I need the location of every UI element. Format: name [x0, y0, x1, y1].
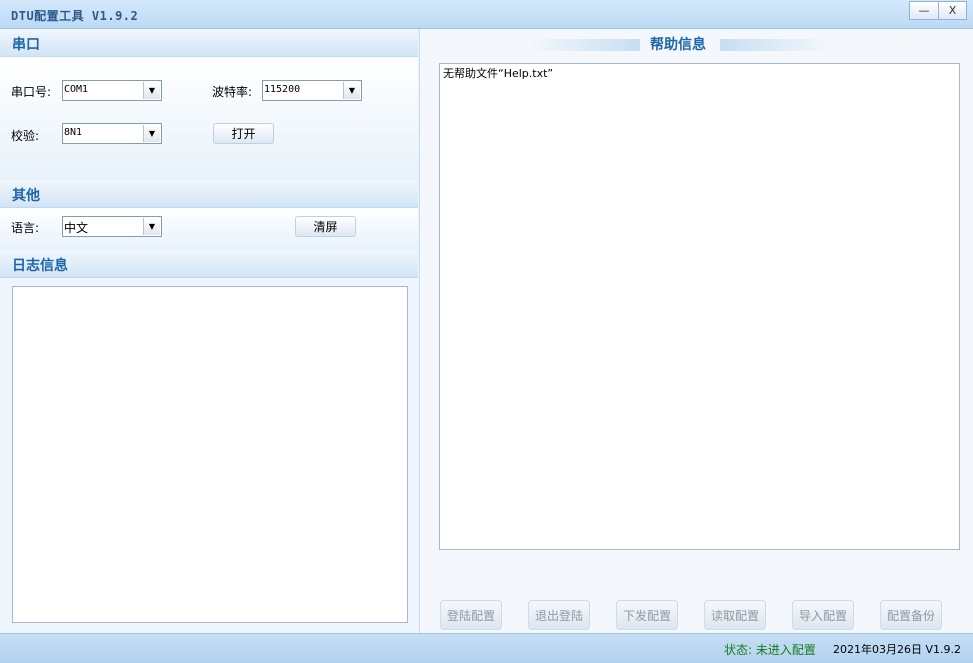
- language-select-value: 中文: [64, 221, 89, 235]
- header-decoration-left: [526, 39, 640, 51]
- chevron-down-icon[interactable]: ▼: [143, 125, 160, 142]
- status-bar: 状态: 未进入配置 2021年03月26日 V1.9.2: [0, 633, 973, 663]
- import-config-button[interactable]: 导入配置: [792, 600, 854, 630]
- other-section-header: 其他: [0, 180, 418, 208]
- port-label: 串口号:: [11, 85, 52, 99]
- header-decoration-right: [720, 39, 834, 51]
- log-section-header: 日志信息: [0, 250, 418, 278]
- version-text: 2021年03月26日 V1.9.2: [833, 643, 961, 656]
- baud-select[interactable]: 115200 ▼: [262, 80, 362, 101]
- serial-section-header: 串口: [0, 29, 418, 57]
- log-textarea[interactable]: [12, 286, 408, 623]
- baud-label: 波特率:: [212, 85, 253, 99]
- title-bar: DTU配置工具 V1.9.2 — X: [0, 0, 973, 29]
- parity-select[interactable]: 8N1 ▼: [62, 123, 162, 144]
- log-section: [0, 278, 418, 633]
- serial-section-title: 串口: [12, 37, 40, 53]
- port-select[interactable]: COM1 ▼: [62, 80, 162, 101]
- window-controls: — X: [909, 1, 967, 20]
- other-section-title: 其他: [12, 188, 40, 204]
- read-config-button[interactable]: 读取配置: [704, 600, 766, 630]
- chevron-down-icon[interactable]: ▼: [143, 82, 160, 99]
- status-text: 状态: 未进入配置: [724, 643, 816, 657]
- language-select[interactable]: 中文 ▼: [62, 216, 162, 237]
- help-text: 无帮助文件“Help.txt”: [443, 67, 554, 80]
- baud-select-value: 115200: [264, 84, 301, 95]
- help-textarea[interactable]: 无帮助文件“Help.txt”: [439, 63, 960, 550]
- right-panel: 帮助信息 无帮助文件“Help.txt” 登陆配置 退出登陆 下发配置 读取配置…: [419, 29, 973, 633]
- chevron-down-icon[interactable]: ▼: [143, 218, 160, 235]
- parity-select-value: 8N1: [64, 127, 83, 138]
- log-section-title: 日志信息: [12, 258, 68, 274]
- logout-button[interactable]: 退出登陆: [528, 600, 590, 630]
- login-config-button[interactable]: 登陆配置: [440, 600, 502, 630]
- close-button[interactable]: X: [938, 2, 966, 19]
- language-label: 语言:: [11, 221, 40, 235]
- open-port-button[interactable]: 打开: [213, 123, 274, 144]
- backup-config-button[interactable]: 配置备份: [880, 600, 942, 630]
- chevron-down-icon[interactable]: ▼: [343, 82, 360, 99]
- download-config-button[interactable]: 下发配置: [616, 600, 678, 630]
- port-select-value: COM1: [64, 84, 89, 95]
- other-section: 语言: 中文 ▼ 清屏: [0, 208, 418, 250]
- app-title: DTU配置工具 V1.9.2: [11, 9, 139, 23]
- minimize-button[interactable]: —: [910, 2, 938, 19]
- serial-section: 串口号: COM1 ▼ 波特率: 115200 ▼ 校验: 8N1 ▼ 打开: [0, 57, 418, 180]
- parity-label: 校验:: [11, 129, 40, 143]
- left-panel: 串口 串口号: COM1 ▼ 波特率: 115200 ▼ 校验: 8N1 ▼ 打…: [0, 29, 418, 633]
- help-section-header: 帮助信息: [526, 32, 834, 54]
- help-section-title: 帮助信息: [650, 37, 706, 53]
- clear-screen-button[interactable]: 清屏: [295, 216, 356, 237]
